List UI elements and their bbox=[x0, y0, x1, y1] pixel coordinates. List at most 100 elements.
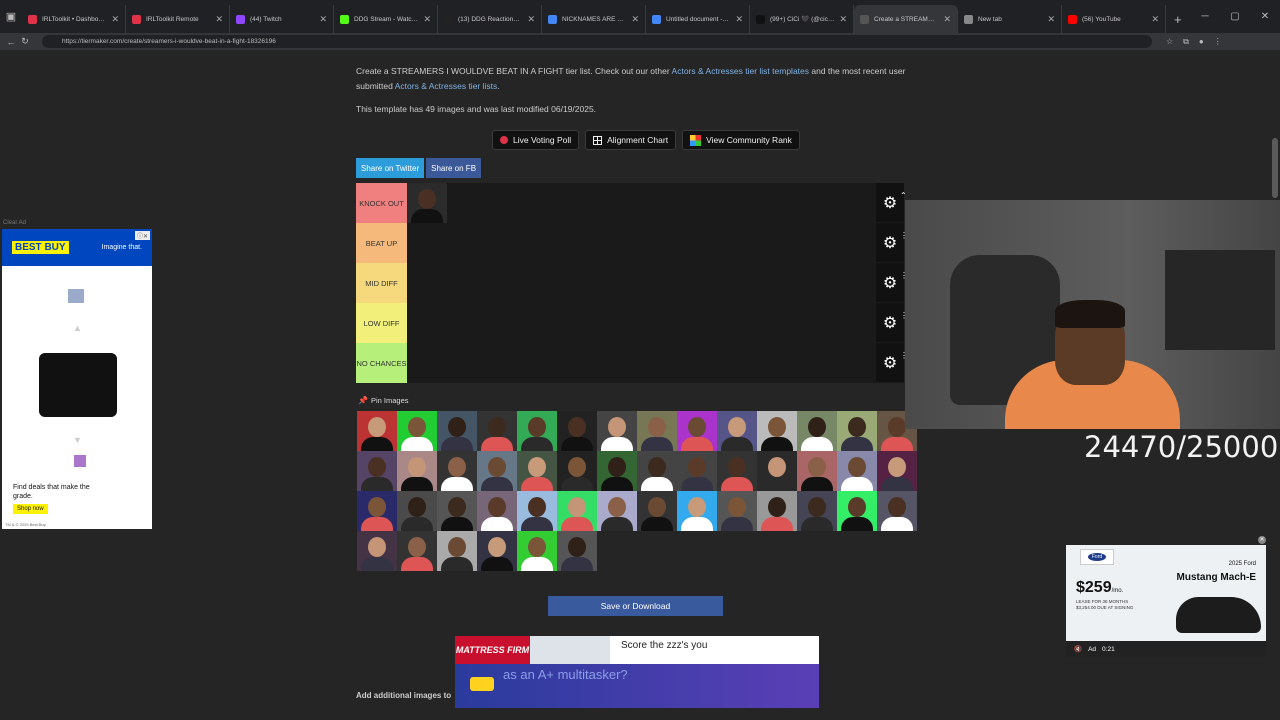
reload-icon[interactable]: ↻ bbox=[18, 36, 32, 47]
tier-drop-zone[interactable] bbox=[407, 223, 876, 262]
browser-tab[interactable]: (44) Twitch ✕ bbox=[230, 5, 334, 33]
actors-lists-link[interactable]: Actors & Actresses tier lists bbox=[395, 81, 498, 91]
pool-image[interactable] bbox=[757, 491, 797, 531]
pool-image[interactable] bbox=[677, 451, 717, 491]
close-tab-icon[interactable]: ✕ bbox=[1151, 14, 1159, 25]
chevron-up-icon[interactable]: ⌃ bbox=[900, 191, 907, 200]
ad-close-icon[interactable]: ✕ bbox=[1258, 536, 1266, 544]
tier-settings-icon[interactable]: ⚙ bbox=[876, 263, 904, 302]
close-tab-icon[interactable]: ✕ bbox=[631, 14, 639, 25]
mattress-firm-ad[interactable]: MATTRESS FIRM Score the zzz's you as an … bbox=[455, 636, 819, 708]
close-window-icon[interactable]: ✕ bbox=[1250, 11, 1280, 22]
tier-drop-zone[interactable] bbox=[407, 303, 876, 342]
pool-image[interactable] bbox=[757, 451, 797, 491]
close-tab-icon[interactable]: ✕ bbox=[111, 14, 119, 25]
pool-image[interactable] bbox=[677, 411, 717, 451]
extensions-icon[interactable]: ⧉ bbox=[1183, 37, 1189, 47]
tier-drop-zone[interactable] bbox=[407, 263, 876, 302]
share-fb-button[interactable]: Share on FB bbox=[426, 158, 482, 178]
pool-image[interactable] bbox=[797, 491, 837, 531]
pool-image[interactable] bbox=[757, 411, 797, 451]
close-tab-icon[interactable]: ✕ bbox=[215, 14, 223, 25]
browser-tab[interactable]: DDG Stream - Watch Live o ✕ bbox=[334, 5, 438, 33]
arrow-up-icon[interactable]: ▲ bbox=[73, 323, 82, 333]
live-voting-button[interactable]: Live Voting Poll bbox=[492, 130, 580, 150]
minimize-icon[interactable]: ─ bbox=[1190, 11, 1220, 22]
mute-icon[interactable]: 🔇 bbox=[1074, 645, 1082, 653]
pool-image[interactable] bbox=[397, 531, 437, 571]
save-download-button[interactable]: Save or Download bbox=[548, 596, 723, 616]
pool-image[interactable] bbox=[517, 491, 557, 531]
pool-image[interactable] bbox=[877, 491, 917, 531]
pool-image[interactable] bbox=[597, 491, 637, 531]
tier-label[interactable]: BEAT UP bbox=[356, 223, 407, 263]
maximize-icon[interactable]: ▢ bbox=[1220, 11, 1250, 22]
pool-image[interactable] bbox=[437, 531, 477, 571]
new-tab-button[interactable]: + bbox=[1174, 12, 1182, 27]
pool-image[interactable] bbox=[517, 451, 557, 491]
pool-image[interactable] bbox=[477, 491, 517, 531]
pool-image[interactable] bbox=[557, 491, 597, 531]
community-rank-button[interactable]: View Community Rank bbox=[682, 130, 800, 150]
bestbuy-ad[interactable]: BEST BUY Imagine that. ⓘ✕ ▲ ▼ Find deals… bbox=[2, 229, 152, 529]
tier-settings-icon[interactable]: ⚙ bbox=[876, 343, 904, 382]
close-tab-icon[interactable]: ✕ bbox=[527, 14, 535, 25]
ad-close-icon[interactable]: ⓘ✕ bbox=[134, 231, 150, 240]
pool-image[interactable] bbox=[517, 531, 557, 571]
actors-templates-link[interactable]: Actors & Actresses tier list templates bbox=[672, 66, 809, 76]
tier-image[interactable] bbox=[407, 183, 447, 223]
pool-image[interactable] bbox=[397, 411, 437, 451]
tier-label[interactable]: NO CHANCES bbox=[356, 343, 407, 383]
pin-images[interactable]: 📌 Pin Images bbox=[358, 396, 409, 405]
tier-label[interactable]: KNOCK OUT bbox=[356, 183, 407, 223]
pool-image[interactable] bbox=[637, 451, 677, 491]
pool-image[interactable] bbox=[357, 491, 397, 531]
pool-image[interactable] bbox=[717, 451, 757, 491]
browser-tab[interactable]: Create a STREAMERS I WO ✕ bbox=[854, 5, 958, 33]
more-icon[interactable]: ⋮ bbox=[1214, 37, 1222, 47]
pool-image[interactable] bbox=[517, 411, 557, 451]
pool-image[interactable] bbox=[557, 411, 597, 451]
close-tab-icon[interactable]: ✕ bbox=[839, 14, 847, 25]
pool-image[interactable] bbox=[557, 531, 597, 571]
pool-image[interactable] bbox=[837, 411, 877, 451]
browser-tab[interactable]: (56) YouTube ✕ bbox=[1062, 5, 1166, 33]
tier-drop-zone[interactable] bbox=[407, 183, 876, 223]
close-tab-icon[interactable]: ✕ bbox=[423, 14, 431, 25]
ford-video-ad[interactable]: Ford 2025 Ford Mustang Mach-E $259/mo. L… bbox=[1066, 545, 1266, 657]
back-icon[interactable]: ← bbox=[4, 37, 18, 47]
close-tab-icon[interactable]: ✕ bbox=[319, 14, 327, 25]
browser-tab[interactable]: IRLToolkit Remote ✕ bbox=[126, 5, 230, 33]
pool-image[interactable] bbox=[837, 451, 877, 491]
share-twitter-button[interactable]: Share on Twitter bbox=[356, 158, 425, 178]
profile-icon[interactable]: ● bbox=[1199, 37, 1204, 47]
tier-settings-icon[interactable]: ⚙ bbox=[876, 223, 904, 262]
pool-image[interactable] bbox=[797, 451, 837, 491]
pool-image[interactable] bbox=[797, 411, 837, 451]
browser-tab[interactable]: (99+) CiCi 🖤 (@cicinig) | Ti ✕ bbox=[750, 5, 854, 33]
pool-image[interactable] bbox=[397, 451, 437, 491]
tier-settings-icon[interactable]: ⚙ bbox=[876, 303, 904, 342]
pool-image[interactable] bbox=[357, 411, 397, 451]
pool-image[interactable] bbox=[397, 491, 437, 531]
pool-image[interactable] bbox=[357, 451, 397, 491]
pool-image[interactable] bbox=[717, 491, 757, 531]
tab-menu-icon[interactable]: ▣ bbox=[0, 0, 22, 33]
close-tab-icon[interactable]: ✕ bbox=[943, 14, 951, 25]
tier-settings-icon[interactable]: ⚙ bbox=[876, 183, 904, 222]
arrow-down-icon[interactable]: ▼ bbox=[73, 435, 82, 445]
star-icon[interactable]: ☆ bbox=[1166, 37, 1173, 47]
browser-tab[interactable]: Untitled document - Googl ✕ bbox=[646, 5, 750, 33]
alignment-chart-button[interactable]: Alignment Chart bbox=[585, 130, 677, 150]
pool-image[interactable] bbox=[437, 451, 477, 491]
browser-tab[interactable]: (13) DDG Reactions Comm ✕ bbox=[438, 5, 542, 33]
pool-image[interactable] bbox=[437, 491, 477, 531]
browser-tab[interactable]: IRLToolkit • Dashboard ✕ bbox=[22, 5, 126, 33]
pool-image[interactable] bbox=[437, 411, 477, 451]
browser-tab[interactable]: New tab ✕ bbox=[958, 5, 1062, 33]
tier-label[interactable]: LOW DIFF bbox=[356, 303, 407, 343]
pool-image[interactable] bbox=[557, 451, 597, 491]
scrollbar[interactable] bbox=[1272, 138, 1278, 198]
shop-now-button[interactable]: Shop now bbox=[13, 504, 48, 514]
clear-ad-label[interactable]: Clear Ad bbox=[3, 220, 26, 226]
